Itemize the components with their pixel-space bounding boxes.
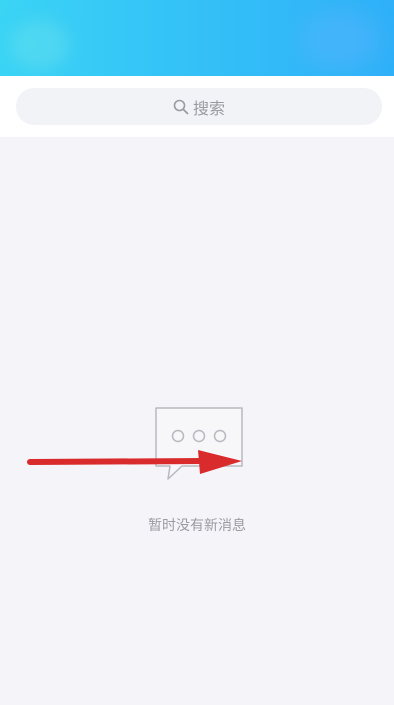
header-decoration — [10, 20, 70, 70]
search-input[interactable]: 搜索 — [16, 88, 382, 125]
header-banner — [0, 0, 394, 76]
search-bar: 搜索 — [0, 76, 394, 137]
search-icon — [173, 99, 189, 115]
empty-state: 暂时没有新消息 — [0, 137, 394, 705]
empty-message: 暂时没有新消息 — [148, 518, 246, 534]
search-placeholder: 搜索 — [192, 98, 225, 118]
annotation-arrow — [24, 447, 246, 487]
header-decoration — [300, 10, 380, 70]
